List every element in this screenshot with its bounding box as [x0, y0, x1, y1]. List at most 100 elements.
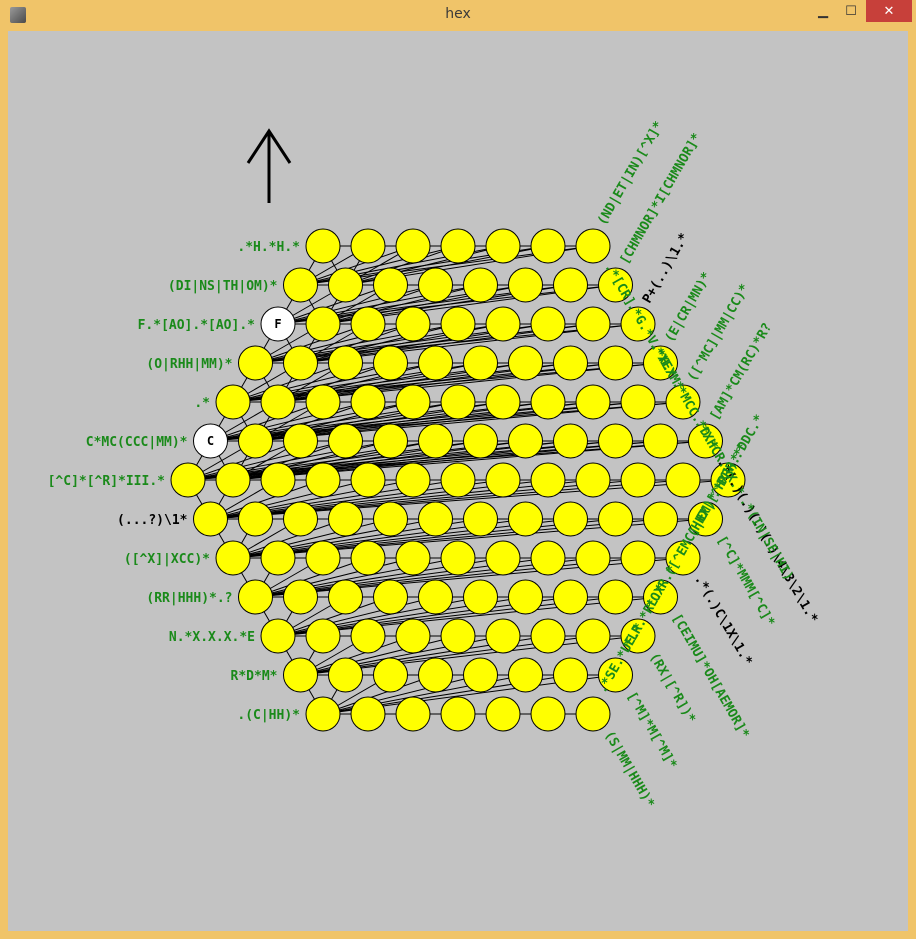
hex-cell[interactable]: [463, 501, 498, 537]
hex-cell[interactable]: [395, 228, 431, 264]
hex-cell[interactable]: [373, 267, 408, 303]
hex-cell[interactable]: [575, 696, 611, 732]
maximize-button[interactable]: ☐: [836, 0, 866, 22]
title-bar[interactable]: hex ▁ ☐ ✕: [0, 0, 916, 30]
hex-cell[interactable]: [575, 384, 611, 420]
hex-cell[interactable]: [530, 696, 566, 732]
hex-cell[interactable]: [170, 462, 206, 498]
close-button[interactable]: ✕: [866, 0, 912, 22]
hex-cell[interactable]: [238, 423, 273, 459]
hex-cell[interactable]: [260, 618, 296, 654]
hex-cell[interactable]: [283, 657, 318, 693]
hex-cell[interactable]: [440, 384, 476, 420]
hex-cell[interactable]: [485, 228, 521, 264]
hex-cell[interactable]: [485, 540, 521, 576]
hex-cell[interactable]: [215, 540, 251, 576]
hex-cell[interactable]: [395, 384, 431, 420]
hex-cell[interactable]: [553, 657, 588, 693]
hex-cell[interactable]: [395, 618, 431, 654]
hex-cell[interactable]: [373, 345, 408, 381]
hex-cell[interactable]: [373, 501, 408, 537]
hex-cell[interactable]: [395, 306, 431, 342]
minimize-button[interactable]: ▁: [808, 0, 838, 22]
hex-cell[interactable]: [305, 540, 341, 576]
hex-cell[interactable]: [350, 618, 386, 654]
hex-cell[interactable]: [283, 267, 318, 303]
hex-cell[interactable]: [575, 306, 611, 342]
hex-cell[interactable]: [575, 540, 611, 576]
hex-cell[interactable]: [440, 618, 476, 654]
hex-cell[interactable]: [575, 462, 611, 498]
hex-cell[interactable]: [440, 696, 476, 732]
hex-cell[interactable]: [553, 423, 588, 459]
hex-cell[interactable]: [418, 501, 453, 537]
hex-cell[interactable]: C: [193, 423, 228, 459]
hex-cell[interactable]: [373, 657, 408, 693]
hex-cell[interactable]: [665, 462, 701, 498]
hex-cell[interactable]: [440, 462, 476, 498]
hex-cell[interactable]: [643, 423, 678, 459]
hex-cell[interactable]: [463, 579, 498, 615]
hex-cell[interactable]: [440, 540, 476, 576]
hex-cell[interactable]: [485, 696, 521, 732]
hex-cell[interactable]: [485, 618, 521, 654]
hex-cell[interactable]: [530, 618, 566, 654]
hex-cell[interactable]: [463, 345, 498, 381]
hex-cell[interactable]: [350, 462, 386, 498]
hex-cell[interactable]: [530, 228, 566, 264]
hex-cell[interactable]: [215, 462, 251, 498]
hex-cell[interactable]: [238, 345, 273, 381]
hex-cell[interactable]: [508, 657, 543, 693]
hex-cell[interactable]: [260, 540, 296, 576]
hex-cell[interactable]: [643, 501, 678, 537]
hex-cell[interactable]: [508, 345, 543, 381]
hex-cell[interactable]: [350, 540, 386, 576]
hex-cell[interactable]: [575, 618, 611, 654]
hex-cell[interactable]: [238, 579, 273, 615]
hex-cell[interactable]: [553, 501, 588, 537]
hex-cell[interactable]: [440, 228, 476, 264]
hex-cell[interactable]: [260, 384, 296, 420]
hex-cell[interactable]: [328, 579, 363, 615]
hex-cell[interactable]: [215, 384, 251, 420]
hex-cell[interactable]: [598, 345, 633, 381]
hex-cell[interactable]: [463, 657, 498, 693]
hex-cell[interactable]: [193, 501, 228, 537]
hex-cell[interactable]: [508, 423, 543, 459]
hex-cell[interactable]: [418, 579, 453, 615]
hex-cell[interactable]: [598, 579, 633, 615]
hex-cell[interactable]: [620, 462, 656, 498]
hex-cell[interactable]: [305, 696, 341, 732]
hex-cell[interactable]: [328, 657, 363, 693]
hex-cell[interactable]: [530, 384, 566, 420]
hex-cell[interactable]: [260, 462, 296, 498]
hex-cell[interactable]: [598, 423, 633, 459]
hex-cell[interactable]: [328, 267, 363, 303]
hex-cell[interactable]: [418, 345, 453, 381]
hex-cell[interactable]: F: [260, 306, 296, 342]
hex-cell[interactable]: [395, 462, 431, 498]
hex-cell[interactable]: [553, 579, 588, 615]
hex-cell[interactable]: [373, 423, 408, 459]
hex-cell[interactable]: [328, 501, 363, 537]
hex-cell[interactable]: [395, 540, 431, 576]
hex-cell[interactable]: [350, 696, 386, 732]
hex-cell[interactable]: [283, 423, 318, 459]
hex-cell[interactable]: [575, 228, 611, 264]
hex-cell[interactable]: [508, 579, 543, 615]
hex-cell[interactable]: [418, 423, 453, 459]
hex-cell[interactable]: [305, 618, 341, 654]
hex-cell[interactable]: [553, 267, 588, 303]
hex-cell[interactable]: [620, 384, 656, 420]
hex-cell[interactable]: [373, 579, 408, 615]
hex-cell[interactable]: [440, 306, 476, 342]
hex-cell[interactable]: [418, 657, 453, 693]
hex-cell[interactable]: [328, 345, 363, 381]
hex-cell[interactable]: [530, 462, 566, 498]
hex-cell[interactable]: [620, 540, 656, 576]
hex-cell[interactable]: [305, 462, 341, 498]
hex-cell[interactable]: [305, 228, 341, 264]
hex-cell[interactable]: [350, 306, 386, 342]
hex-cell[interactable]: [305, 306, 341, 342]
hex-cell[interactable]: [508, 267, 543, 303]
